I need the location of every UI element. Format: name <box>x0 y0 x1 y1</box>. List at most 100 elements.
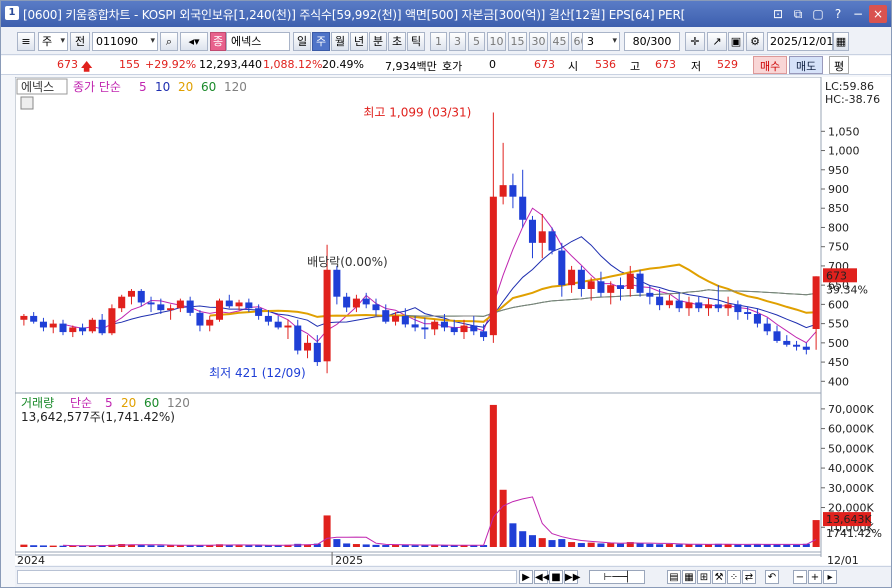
price-tick-label: 550 <box>828 318 849 331</box>
low-annotation: 최저 421 (12/09) <box>209 366 306 380</box>
grid-icon[interactable]: ▦ <box>682 570 696 584</box>
layout-icon[interactable]: ▤ <box>667 570 681 584</box>
minimize-icon[interactable]: − <box>849 5 867 23</box>
interval-button[interactable]: 30 <box>529 32 548 51</box>
tools-icon[interactable]: ⚒ <box>712 570 726 584</box>
sound-icon[interactable]: ◂▾ <box>180 32 208 51</box>
candle-body <box>734 304 742 313</box>
search-icon[interactable]: ⌕ <box>160 32 178 51</box>
zoom-slider[interactable]: ⊢──┤ <box>589 570 645 584</box>
low-price: 529 <box>717 58 738 71</box>
ma-legend-5: 5 <box>139 80 147 94</box>
candle-body <box>274 321 282 328</box>
candle-body <box>538 231 546 243</box>
interval-select[interactable]: 3 <box>582 32 620 51</box>
sell-button[interactable]: 매도 <box>789 56 824 74</box>
maximize-icon[interactable]: ▢ <box>809 5 827 23</box>
volume-bar <box>665 544 673 547</box>
volume-bar <box>548 540 556 547</box>
candle-body <box>313 342 321 363</box>
period-tab[interactable]: 년 <box>350 32 368 51</box>
candle-body <box>783 340 791 345</box>
all-button[interactable]: 전 <box>70 32 90 51</box>
candle-body <box>528 219 536 243</box>
count-field[interactable]: 80/300 <box>624 32 680 51</box>
tile-icon[interactable]: ⊞ <box>697 570 711 584</box>
help-icon[interactable]: ? <box>829 5 847 23</box>
dividend-annotation: 배당락(0.00%) <box>307 255 388 269</box>
scroll-right-icon[interactable]: ▸ <box>823 570 837 584</box>
candle-body <box>323 269 331 362</box>
candle-body <box>607 285 615 293</box>
compare-icon[interactable]: ⇄ <box>742 570 756 584</box>
interval-button[interactable]: 45 <box>550 32 569 51</box>
restore-icon[interactable]: ⊡ <box>769 5 787 23</box>
period-tab[interactable]: 일 <box>293 32 311 51</box>
save-icon[interactable]: ▣ <box>728 32 744 51</box>
play-icon[interactable]: ▶ <box>519 570 533 584</box>
volume-bar <box>245 545 253 547</box>
x-label-2025: 2025 <box>335 554 363 565</box>
even-button[interactable]: 평 <box>829 56 850 74</box>
ma-legend-20: 20 <box>178 80 193 94</box>
interval-button[interactable]: 10 <box>487 32 506 51</box>
period-tab[interactable]: 월 <box>331 32 349 51</box>
volume-percent: 1,088.12% <box>263 58 323 71</box>
title-bar[interactable]: 1 [0600] 키움종합차트 - KOSPI 외국인보유[1,240(천)] … <box>1 1 891 27</box>
volume-bar <box>558 539 566 547</box>
candle-body <box>215 300 224 320</box>
price-tick-label: 950 <box>828 164 849 177</box>
scatter-icon[interactable]: ⁘ <box>727 570 741 584</box>
date-field[interactable]: 2025/12/01 <box>767 32 833 51</box>
zoom-out-icon[interactable]: − <box>793 570 807 584</box>
zoom-in-icon[interactable]: + <box>808 570 822 584</box>
toolbar-menu-icon[interactable]: ≡ <box>17 32 35 51</box>
interval-button[interactable]: 3 <box>449 32 466 51</box>
interval-button[interactable]: 5 <box>468 32 485 51</box>
volume-bar <box>656 544 664 547</box>
interval-button[interactable]: 15 <box>508 32 527 51</box>
market-select[interactable]: 주 <box>38 32 68 51</box>
stop-icon[interactable]: ■ <box>549 570 563 584</box>
favorite-icon[interactable]: 종 <box>210 32 226 51</box>
interval-button[interactable]: 1 <box>430 32 447 51</box>
close-icon[interactable]: × <box>869 5 887 23</box>
candle-body <box>705 304 713 309</box>
volume-bar <box>616 543 625 547</box>
undo-icon[interactable]: ↶ <box>765 570 779 584</box>
candle-body <box>39 321 47 328</box>
x-label-end: 12/01 <box>827 554 859 565</box>
candle-body <box>392 315 400 322</box>
candle-body <box>685 302 693 309</box>
bottom-bar: ▶ ◀◀ ■ ▶▶ ⊢──┤ ▤ ▦ ⊞ ⚒ ⁘ ⇄ ↶ − + ▸ <box>15 566 891 587</box>
price-tick-label: 900 <box>828 183 849 196</box>
period-tab[interactable]: 분 <box>369 32 387 51</box>
count-total: /300 <box>646 35 672 48</box>
crosshair-icon[interactable]: ✛ <box>685 32 705 51</box>
period-tab[interactable]: 틱 <box>407 32 425 51</box>
volume-bar <box>519 531 527 547</box>
chart-area[interactable]: 400 450 500 550 600 650 700 750 800 850 900 950 1,00… <box>15 77 891 565</box>
buy-button[interactable]: 매수 <box>753 56 788 74</box>
candle-body <box>411 324 419 328</box>
volume-bar <box>147 545 155 547</box>
volume-bar <box>538 538 546 547</box>
forward-icon[interactable]: ▶▶ <box>564 570 580 584</box>
chart-svg[interactable]: 4004505005506006507007508008509009501,00… <box>15 77 891 565</box>
stock-code-input[interactable]: 011090 <box>92 32 158 51</box>
chart-scrollbar[interactable] <box>17 570 517 584</box>
price-tick-label: 750 <box>828 241 849 254</box>
calendar-icon[interactable]: ▦ <box>833 32 849 51</box>
rewind-icon[interactable]: ◀◀ <box>534 570 550 584</box>
period-tab[interactable]: 초 <box>388 32 406 51</box>
candle-body <box>440 321 448 328</box>
settings-icon[interactable]: ⚙ <box>746 32 764 51</box>
candle-body <box>157 304 165 311</box>
cascade-icon[interactable]: ⧉ <box>789 5 807 23</box>
candle-body <box>167 308 175 311</box>
current-pct-label: 39.34% <box>826 283 868 296</box>
candle-body <box>176 300 184 309</box>
trend-tool-icon[interactable]: ↗ <box>707 32 727 51</box>
period-tab[interactable]: 주 <box>312 32 330 51</box>
volume-bar <box>636 543 644 547</box>
